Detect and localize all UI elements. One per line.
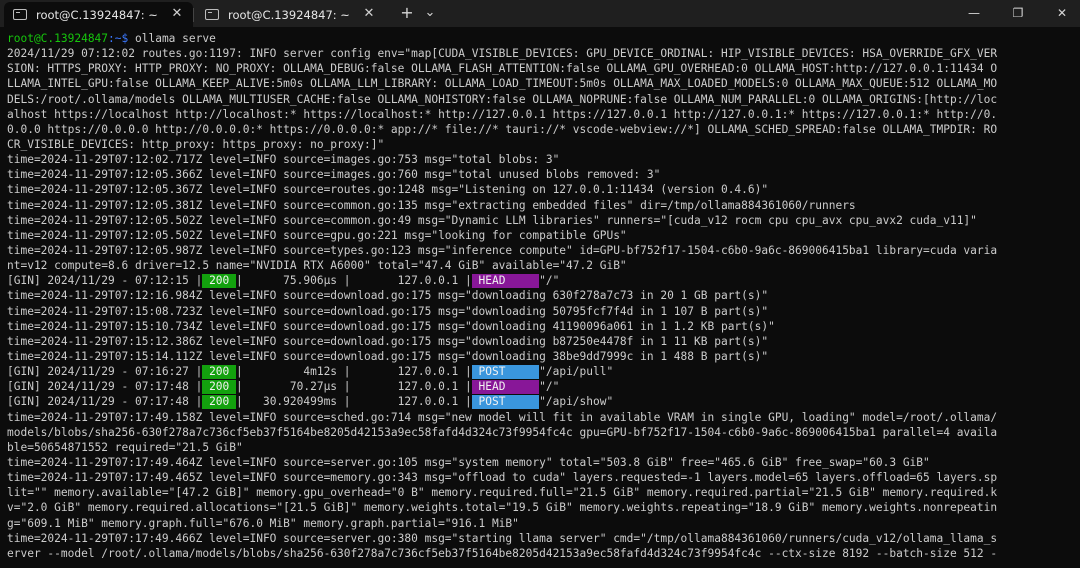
tab-title: root@C.13924847: ~ xyxy=(36,7,158,22)
gin-log-line: [GIN] 2024/11/29 - 07:17:48 | 200 | 30.9… xyxy=(7,394,1075,409)
gin-path: "/" xyxy=(539,380,560,394)
log-line: time=2024-11-29T07:15:14.112Z level=INFO… xyxy=(7,349,769,363)
status-badge: 200 xyxy=(202,365,237,379)
log-line: time=2024-11-29T07:12:05.987Z level=INFO… xyxy=(7,243,998,257)
log-line: SION: HTTPS_PROXY: HTTP_PROXY: NO_PROXY:… xyxy=(7,62,998,76)
status-badge: 200 xyxy=(202,380,237,394)
terminal-icon xyxy=(13,9,27,20)
tab-terminal-1[interactable]: root@C.13924847: ~ ✕ xyxy=(4,2,193,27)
tab-dropdown-button[interactable]: ⌄ xyxy=(422,3,438,23)
gin-latency-ip: | 30.920499ms | 127.0.0.1 | xyxy=(236,395,472,409)
method-badge: HEAD xyxy=(471,380,540,394)
log-line: nt=v12 compute=8.6 driver=12.5 name="NVI… xyxy=(7,259,627,273)
log-line: g="609.1 MiB" memory.graph.full="676.0 M… xyxy=(7,516,519,530)
log-line: time=2024-11-29T07:12:05.366Z level=INFO… xyxy=(7,168,661,182)
log-line: time=2024-11-29T07:12:05.502Z level=INFO… xyxy=(7,213,977,227)
gin-prefix: [GIN] 2024/11/29 - 07:16:27 | xyxy=(7,365,203,379)
prompt-path: :~$ xyxy=(108,32,129,45)
log-line: alhost https://localhost http://localhos… xyxy=(7,107,998,121)
gin-log-line: [GIN] 2024/11/29 - 07:17:48 | 200 | 70.2… xyxy=(7,379,1075,394)
close-tab-icon[interactable]: ✕ xyxy=(169,6,185,22)
log-line: 2024/11/29 07:12:02 routes.go:1197: INFO… xyxy=(7,47,998,61)
method-badge: HEAD xyxy=(471,274,540,288)
log-line: LLAMA_INTEL_GPU:false OLLAMA_KEEP_ALIVE:… xyxy=(7,77,998,91)
gin-log-line: [GIN] 2024/11/29 - 07:16:27 | 200 | 4m12… xyxy=(7,364,1075,379)
log-line: time=2024-11-29T07:15:10.734Z level=INFO… xyxy=(7,319,775,333)
gin-latency-ip: | 4m12s | 127.0.0.1 | xyxy=(236,365,472,379)
log-line: time=2024-11-29T07:17:49.466Z level=INFO… xyxy=(7,531,998,545)
prompt-command: ollama serve xyxy=(128,32,216,45)
log-line: time=2024-11-29T07:15:08.723Z level=INFO… xyxy=(7,304,769,318)
log-line: time=2024-11-29T07:17:49.464Z level=INFO… xyxy=(7,455,930,469)
log-line: lit="" memory.available="[47.2 GiB]" mem… xyxy=(7,486,998,500)
log-line: time=2024-11-29T07:12:05.367Z level=INFO… xyxy=(7,183,769,197)
method-badge: POST xyxy=(471,395,540,409)
close-window-button[interactable]: ✕ xyxy=(1048,3,1076,23)
maximize-button[interactable]: ❐ xyxy=(1004,3,1032,23)
new-tab-button[interactable]: + xyxy=(398,3,416,23)
terminal-output[interactable]: root@C.13924847:~$ ollama serve 2024/11/… xyxy=(7,31,1075,561)
log-line: time=2024-11-29T07:12:16.984Z level=INFO… xyxy=(7,289,769,303)
log-line: DELS:/root/.ollama/models OLLAMA_MULTIUS… xyxy=(7,92,998,106)
gin-prefix: [GIN] 2024/11/29 - 07:17:48 | xyxy=(7,395,203,409)
gin-latency-ip: | 70.27µs | 127.0.0.1 | xyxy=(236,380,472,394)
prompt-user-host: root@C.13924847 xyxy=(7,32,109,45)
log-line: time=2024-11-29T07:17:49.158Z level=INFO… xyxy=(7,410,998,424)
gin-latency-ip: | 75.906µs | 127.0.0.1 | xyxy=(236,274,472,288)
gin-path: "/api/pull" xyxy=(539,365,614,379)
gin-path: "/api/show" xyxy=(539,395,614,409)
status-badge: 200 xyxy=(202,274,237,288)
tab-divider xyxy=(193,8,194,22)
log-line: time=2024-11-29T07:15:12.386Z level=INFO… xyxy=(7,334,769,348)
prompt-line: root@C.13924847:~$ ollama serve xyxy=(7,31,1075,46)
log-line: CR_VISIBLE_DEVICES: http_proxy: https_pr… xyxy=(7,137,385,151)
method-badge: POST xyxy=(471,365,540,379)
log-line: models/blobs/sha256-630f278a7c736cf5eb37… xyxy=(7,425,998,439)
log-line: erver --model /root/.ollama/models/blobs… xyxy=(7,546,998,560)
close-tab-icon[interactable]: ✕ xyxy=(361,6,377,22)
gin-log-line: [GIN] 2024/11/29 - 07:12:15 | 200 | 75.9… xyxy=(7,273,1075,288)
gin-path: "/" xyxy=(539,274,560,288)
title-bar: root@C.13924847: ~ ✕ root@C.13924847: ~ … xyxy=(0,0,1080,27)
terminal-icon xyxy=(205,9,219,20)
log-line: ble=50654871552 required="21.5 GiB" xyxy=(7,440,243,454)
tab-terminal-2[interactable]: root@C.13924847: ~ ✕ xyxy=(196,2,385,27)
minimize-button[interactable]: — xyxy=(960,3,988,23)
log-line: time=2024-11-29T07:12:05.381Z level=INFO… xyxy=(7,198,856,212)
gin-prefix: [GIN] 2024/11/29 - 07:12:15 | xyxy=(7,274,203,288)
log-line: time=2024-11-29T07:17:49.465Z level=INFO… xyxy=(7,471,998,485)
log-line: v="2.0 GiB" memory.required.allocations=… xyxy=(7,501,998,515)
log-line: 0.0.0 https://0.0.0.0 http://0.0.0.0:* h… xyxy=(7,122,998,136)
tab-title: root@C.13924847: ~ xyxy=(228,7,350,22)
gin-prefix: [GIN] 2024/11/29 - 07:17:48 | xyxy=(7,380,203,394)
log-line: time=2024-11-29T07:12:02.717Z level=INFO… xyxy=(7,153,560,167)
status-badge: 200 xyxy=(202,395,237,409)
log-line: time=2024-11-29T07:12:05.502Z level=INFO… xyxy=(7,228,627,242)
